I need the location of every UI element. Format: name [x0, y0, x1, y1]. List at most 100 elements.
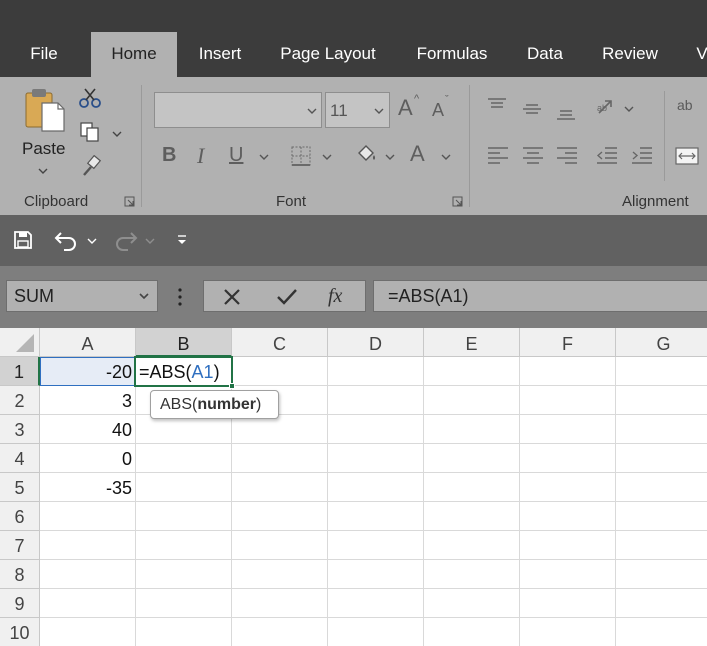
font-color-button[interactable]: A — [410, 143, 425, 165]
row-header-3[interactable]: 3 — [0, 415, 40, 444]
merge-center-icon[interactable] — [674, 145, 700, 167]
align-center-icon[interactable] — [521, 145, 545, 167]
tab-formulas[interactable]: Formulas — [407, 32, 497, 77]
gridline — [519, 357, 520, 646]
underline-button[interactable]: U — [229, 145, 243, 165]
column-header-c[interactable]: C — [232, 328, 328, 357]
cell-a3[interactable]: 40 — [40, 415, 136, 444]
align-left-icon[interactable] — [486, 145, 510, 167]
cell-a5[interactable]: -35 — [40, 473, 136, 502]
formula-bar: SUM fx =ABS(A1) — [0, 266, 707, 328]
insert-function-button[interactable]: fx — [328, 281, 342, 311]
cut-icon[interactable] — [78, 87, 102, 109]
row-header-10[interactable]: 10 — [0, 618, 40, 646]
formula-input[interactable]: =ABS(A1) — [373, 280, 707, 312]
italic-button[interactable]: I — [197, 145, 204, 167]
tab-data[interactable]: Data — [520, 32, 570, 77]
tab-file[interactable]: File — [20, 32, 68, 77]
increase-font-size-button[interactable]: A ^ — [398, 93, 419, 120]
orientation-icon[interactable]: ab — [595, 97, 619, 119]
increase-indent-icon[interactable] — [630, 145, 654, 167]
row-header-9[interactable]: 9 — [0, 589, 40, 618]
cell-a4[interactable]: 0 — [40, 444, 136, 473]
borders-chevron-down-icon[interactable] — [322, 153, 332, 161]
row-header-6[interactable]: 6 — [0, 502, 40, 531]
undo-icon[interactable] — [54, 229, 80, 251]
active-cell-b1[interactable]: =ABS(A1) — [134, 356, 235, 389]
column-header-b[interactable]: B — [136, 328, 232, 357]
gridline — [615, 357, 616, 646]
gridline — [423, 357, 424, 646]
more-options-icon[interactable] — [176, 287, 184, 307]
tab-insert[interactable]: Insert — [190, 32, 250, 77]
cell-a1[interactable]: -20 — [40, 357, 136, 386]
tab-view[interactable]: V — [690, 32, 707, 77]
function-tooltip[interactable]: ABS(number) — [150, 390, 279, 419]
decrease-indent-icon[interactable] — [595, 145, 619, 167]
align-right-icon[interactable] — [555, 145, 579, 167]
cell-b1-formula: =ABS(A1) — [139, 357, 220, 385]
copy-icon[interactable] — [79, 121, 101, 143]
fill-color-icon[interactable] — [354, 143, 378, 167]
decrease-font-size-button[interactable]: Aˇ — [432, 94, 449, 121]
font-size-chevron-down-icon — [374, 108, 384, 114]
font-size-dropdown[interactable]: 11 — [325, 92, 390, 128]
orientation-chevron-down-icon[interactable] — [624, 105, 634, 113]
cell-b1-suffix: ) — [213, 362, 220, 382]
increase-font-size-icon: A — [398, 95, 413, 120]
tab-page-layout[interactable]: Page Layout — [272, 32, 384, 77]
cancel-icon[interactable] — [222, 287, 242, 307]
select-all-triangle-icon — [16, 334, 34, 352]
underline-chevron-down-icon[interactable] — [259, 153, 269, 161]
font-name-dropdown[interactable] — [154, 92, 322, 128]
ribbon-separator — [141, 85, 142, 207]
format-painter-icon[interactable] — [80, 155, 102, 177]
tab-review[interactable]: Review — [595, 32, 665, 77]
middle-align-icon[interactable] — [521, 101, 543, 119]
formula-input-value: =ABS(A1) — [388, 286, 469, 306]
svg-text:ab: ab — [597, 103, 607, 113]
fill-color-chevron-down-icon[interactable] — [385, 153, 395, 161]
save-icon[interactable] — [12, 229, 34, 251]
ribbon-separator — [664, 91, 665, 181]
redo-chevron-down-icon[interactable] — [145, 237, 155, 245]
tooltip-close: ) — [256, 396, 262, 413]
column-header-d[interactable]: D — [328, 328, 424, 357]
select-all-button[interactable] — [0, 328, 40, 357]
bold-button[interactable]: B — [162, 145, 176, 165]
paste-chevron-down-icon[interactable] — [38, 167, 48, 175]
row-header-5[interactable]: 5 — [0, 473, 40, 502]
wrap-text-icon[interactable]: ab — [677, 97, 693, 113]
enter-check-icon[interactable] — [276, 287, 298, 307]
column-header-f[interactable]: F — [520, 328, 616, 357]
row-header-4[interactable]: 4 — [0, 444, 40, 473]
name-box[interactable]: SUM — [6, 280, 158, 312]
clipboard-dialog-launcher-icon[interactable] — [124, 196, 135, 207]
column-header-a[interactable]: A — [40, 328, 136, 357]
column-header-g[interactable]: G — [616, 328, 707, 357]
clipboard-group-label: Clipboard — [24, 193, 89, 210]
fill-handle[interactable] — [229, 383, 235, 389]
gridline — [40, 443, 707, 444]
top-align-icon[interactable] — [486, 97, 508, 115]
tab-home[interactable]: Home — [91, 32, 177, 77]
row-header-8[interactable]: 8 — [0, 560, 40, 589]
gridline — [327, 357, 328, 646]
font-dialog-launcher-icon[interactable] — [452, 196, 463, 207]
cell-a2[interactable]: 3 — [40, 386, 136, 415]
column-header-e[interactable]: E — [424, 328, 520, 357]
gridline — [40, 530, 707, 531]
tooltip-argument[interactable]: number — [197, 396, 256, 413]
copy-chevron-down-icon[interactable] — [112, 130, 122, 138]
customize-toolbar-icon[interactable] — [176, 233, 188, 247]
row-header-1[interactable]: 1 — [0, 357, 40, 386]
borders-icon[interactable] — [290, 145, 312, 167]
font-color-chevron-down-icon[interactable] — [441, 153, 451, 161]
redo-icon[interactable] — [112, 229, 138, 251]
row-header-2[interactable]: 2 — [0, 386, 40, 415]
row-header-7[interactable]: 7 — [0, 531, 40, 560]
cell-b1-ref: A1 — [191, 362, 214, 382]
bottom-align-icon[interactable] — [555, 105, 577, 123]
undo-chevron-down-icon[interactable] — [87, 237, 97, 245]
font-name-chevron-down-icon — [307, 108, 317, 114]
